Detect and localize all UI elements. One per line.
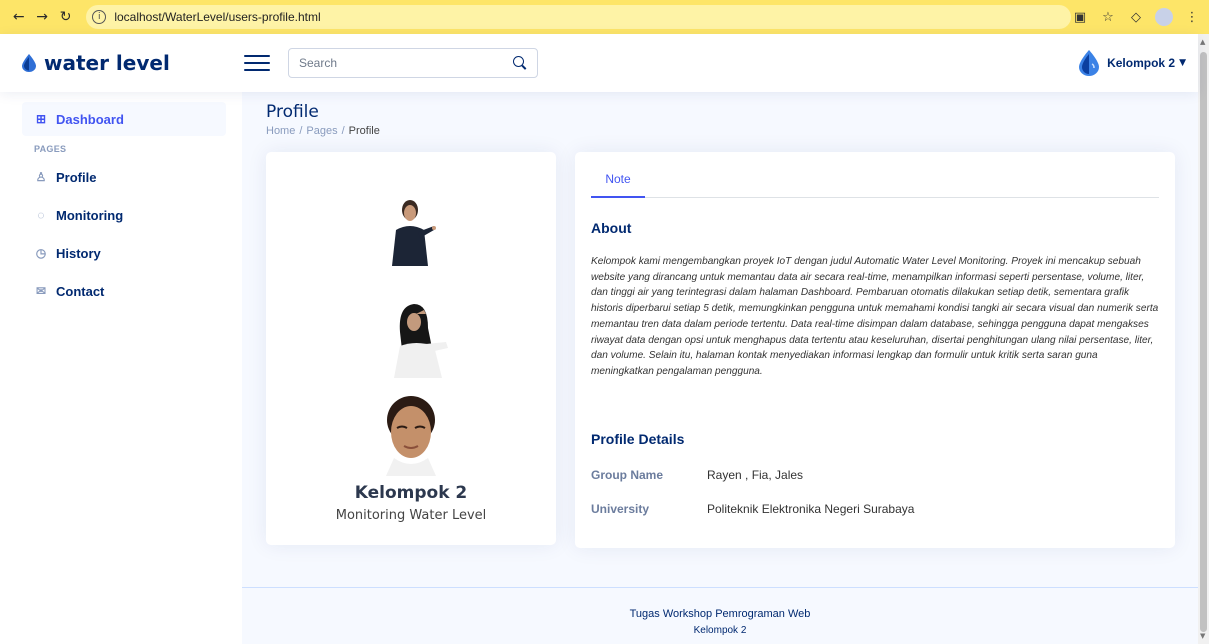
grid-icon: ⊞: [35, 112, 47, 126]
reload-icon[interactable]: ↻: [55, 6, 76, 28]
about-text: Kelompok kami mengembangkan proyek IoT d…: [591, 256, 1159, 377]
scroll-down-icon[interactable]: ▼: [1200, 632, 1205, 640]
detail-row-university: University Politeknik Elektronika Negeri…: [591, 502, 914, 516]
footer-credit: Kelompok 2: [693, 625, 747, 636]
profile-subtitle: Monitoring Water Level: [335, 508, 487, 523]
profile-name: Kelompok 2: [354, 483, 468, 503]
browser-profile-icon[interactable]: [1155, 8, 1173, 26]
sidebar-item-dashboard[interactable]: ⊞ Dashboard: [22, 102, 226, 136]
detail-value: Politeknik Elektronika Negeri Surabaya: [707, 502, 915, 516]
search-input[interactable]: [299, 56, 513, 70]
person-icon: ♙: [35, 170, 47, 184]
envelope-icon: ✉: [35, 284, 47, 298]
chevron-down-icon: ▼: [1179, 58, 1186, 68]
sidebar: ⊞ Dashboard PAGES ♙ Profile ◌ Monitoring…: [0, 92, 242, 644]
forward-icon[interactable]: →: [31, 6, 52, 28]
water-icon: ◌: [37, 208, 45, 222]
member-photo-3: [386, 396, 436, 476]
breadcrumb: Home / Pages / Profile: [266, 125, 380, 137]
footer: Tugas Workshop Pemrograman Web Kelompok …: [242, 587, 1198, 644]
detail-value: Rayen , Fia, Jales: [707, 468, 804, 482]
details-card: Note About Kelompok kami mengembangkan p…: [575, 152, 1175, 548]
back-icon[interactable]: ←: [8, 6, 29, 28]
tab-note[interactable]: Note: [591, 172, 645, 198]
page-scrollbar[interactable]: ▲ ▼: [1198, 34, 1209, 644]
url-text: localhost/WaterLevel/users-profile.html: [114, 10, 321, 24]
member-photo-1: [392, 200, 436, 266]
user-menu[interactable]: Kelompok 2 ▼: [1079, 50, 1198, 76]
water-drop-icon: [22, 54, 36, 72]
info-icon[interactable]: i: [92, 10, 107, 24]
address-bar[interactable]: i localhost/WaterLevel/users-profile.htm…: [86, 5, 1071, 29]
sidebar-heading: PAGES: [34, 144, 67, 154]
about-title: About: [591, 220, 632, 236]
browser-toolbar: ← → ↻ i localhost/WaterLevel/users-profi…: [0, 0, 1209, 34]
scroll-up-icon[interactable]: ▲: [1200, 38, 1205, 46]
page-title: Profile: [266, 102, 319, 122]
more-menu-icon[interactable]: ⋮: [1183, 10, 1201, 25]
sidebar-item-label: Profile: [56, 169, 97, 185]
detail-row-group-name: Group Name Rayen , Fia, Jales: [591, 468, 803, 482]
sidebar-item-profile[interactable]: ♙ Profile: [22, 160, 226, 194]
user-name: Kelompok 2: [1107, 56, 1176, 70]
sidebar-item-label: Contact: [56, 283, 105, 299]
avatar: [1079, 50, 1100, 76]
member-photo-2: [394, 304, 448, 378]
logo-text: water level: [44, 51, 170, 75]
clock-icon: ◷: [35, 246, 47, 260]
sidebar-item-label: Monitoring: [56, 207, 124, 223]
breadcrumb-home[interactable]: Home: [266, 125, 295, 137]
footer-title: Tugas Workshop Pemrograman Web: [629, 608, 811, 620]
sidebar-item-contact[interactable]: ✉ Contact: [22, 274, 226, 308]
translate-icon[interactable]: ▣: [1071, 10, 1089, 25]
sidebar-toggle-icon[interactable]: [244, 53, 270, 73]
tab-bar: Note: [591, 172, 1159, 198]
sidebar-item-monitoring[interactable]: ◌ Monitoring: [22, 198, 226, 232]
sidebar-item-history[interactable]: ◷ History: [22, 236, 226, 270]
sidebar-item-label: History: [56, 245, 101, 261]
app-header: water level Kelompok 2 ▼: [0, 34, 1198, 92]
profile-card: Kelompok 2 Monitoring Water Level: [266, 152, 556, 545]
extensions-icon[interactable]: ◇: [1127, 10, 1145, 25]
scrollbar-thumb[interactable]: [1200, 52, 1207, 632]
star-icon[interactable]: ☆: [1099, 10, 1117, 25]
logo[interactable]: water level: [0, 51, 244, 75]
detail-label: University: [591, 502, 650, 516]
breadcrumb-pages[interactable]: Pages: [306, 125, 337, 137]
detail-label: Group Name: [591, 468, 664, 482]
search-icon[interactable]: [513, 56, 527, 70]
breadcrumb-current: Profile: [348, 125, 380, 137]
search-bar: [288, 48, 538, 78]
profile-details-title: Profile Details: [591, 431, 685, 447]
main-content: Profile Home / Pages / Profile Kelompok 2: [242, 92, 1198, 644]
sidebar-item-label: Dashboard: [56, 111, 124, 127]
